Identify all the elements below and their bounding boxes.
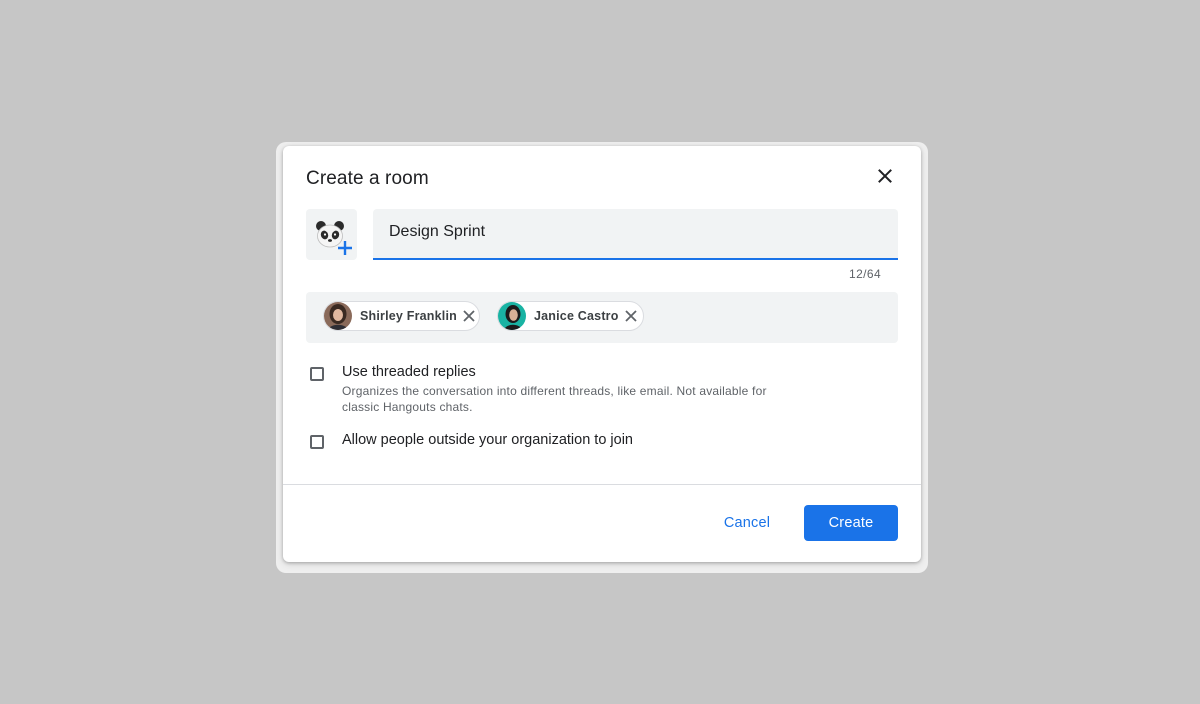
room-name-field[interactable] [373, 209, 898, 260]
room-avatar-picker[interactable] [306, 209, 357, 260]
avatar [498, 302, 526, 330]
room-name-input[interactable] [389, 223, 869, 241]
character-counter: 12/64 [849, 267, 882, 281]
create-button[interactable]: Create [804, 505, 898, 541]
members-input[interactable]: Shirley Franklin Janice Castro [306, 292, 898, 343]
member-name: Shirley Franklin [360, 309, 457, 323]
close-icon [878, 169, 892, 183]
member-name: Janice Castro [534, 309, 619, 323]
threaded-replies-checkbox[interactable] [310, 367, 324, 381]
divider [283, 484, 921, 485]
close-icon [624, 310, 637, 322]
backdrop: Create a room Design Sprint 12/64 Shirle… [0, 0, 1200, 704]
threaded-replies-description: Organizes the conversation into differen… [342, 384, 767, 414]
close-icon [463, 310, 475, 322]
external-access-label: Allow people outside your organization t… [342, 432, 633, 448]
create-room-dialog: Create a room Design Sprint 12/64 Shirle… [283, 146, 921, 562]
plus-icon [338, 241, 352, 255]
threaded-replies-label: Use threaded replies [342, 364, 476, 380]
member-chip-janice-castro: Janice Castro [497, 301, 644, 331]
member-chip-shirley-franklin: Shirley Franklin [323, 301, 480, 331]
cancel-button[interactable]: Cancel [711, 505, 783, 541]
dialog-title: Create a room [306, 168, 429, 189]
remove-member-button[interactable] [622, 307, 640, 325]
close-button[interactable] [873, 164, 897, 188]
remove-member-button[interactable] [460, 307, 478, 325]
external-access-checkbox[interactable] [310, 435, 324, 449]
avatar [324, 302, 352, 330]
